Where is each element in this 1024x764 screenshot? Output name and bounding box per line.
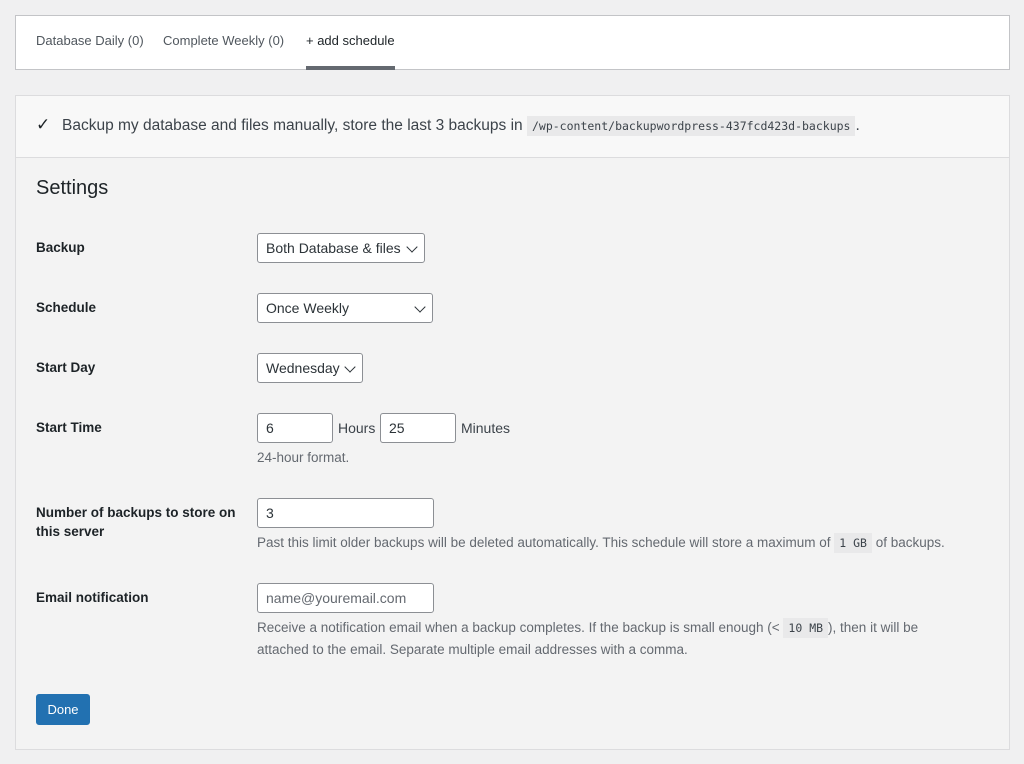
schedule-tabs: Database Daily (0) Complete Weekly (0) +… [15, 15, 1010, 70]
email-notification-label: Email notification [36, 590, 149, 605]
max-backups-help-before: Past this limit older backups will be de… [257, 535, 835, 550]
checkmark-icon: ✓ [36, 115, 51, 134]
chevron-down-icon [338, 354, 362, 382]
tab-database-daily[interactable]: Database Daily (0) [36, 16, 144, 70]
tab-add-schedule[interactable]: + add schedule [306, 16, 395, 70]
email-field[interactable] [257, 583, 434, 613]
backup-label: Backup [36, 240, 85, 255]
summary-text: Backup my database and files manually, s… [62, 116, 860, 136]
max-storage-size: 1 GB [834, 533, 872, 553]
email-help-line-1: Receive a notification email when a back… [257, 617, 918, 639]
start-minutes-input[interactable] [380, 413, 456, 443]
chevron-down-icon [408, 294, 432, 322]
start-time-label: Start Time [36, 420, 102, 435]
start-day-label: Start Day [36, 360, 96, 375]
hours-unit-label: Hours [338, 420, 376, 436]
max-backups-label: Number of backups to store on this serve… [36, 505, 236, 539]
backup-type-select[interactable]: Both Database & files [257, 233, 425, 263]
email-help: Receive a notification email when a back… [257, 617, 918, 660]
minutes-unit-label: Minutes [461, 420, 511, 436]
start-hours-input[interactable] [257, 413, 333, 443]
summary-text-after: . [855, 117, 860, 134]
start-day-value: Wednesday [266, 360, 340, 376]
schedule-value: Once Weekly [266, 300, 349, 316]
backup-path: /wp-content/backupwordpress-437fcd423d-b… [526, 116, 856, 136]
schedule-settings-panel: ✓ Backup my database and files manually,… [15, 95, 1010, 750]
chevron-down-icon [400, 234, 424, 262]
email-size-limit: 10 MB [783, 618, 829, 638]
tab-complete-weekly[interactable]: Complete Weekly (0) [163, 16, 284, 70]
start-day-select[interactable]: Wednesday [257, 353, 363, 383]
schedule-select[interactable]: Once Weekly [257, 293, 433, 323]
email-help-line-1-before: Receive a notification email when a back… [257, 620, 784, 635]
schedule-summary: ✓ Backup my database and files manually,… [16, 96, 1009, 158]
schedule-label: Schedule [36, 300, 97, 315]
settings-title: Settings [36, 177, 109, 199]
email-help-line-2: attached to the email. Separate multiple… [257, 642, 688, 657]
summary-text-before: Backup my database and files manually, s… [62, 117, 527, 134]
done-button[interactable]: Done [36, 694, 90, 725]
email-help-line-1-after: ), then it will be [828, 620, 919, 635]
time-format-help: 24-hour format. [257, 450, 350, 465]
backup-type-value: Both Database & files [266, 240, 401, 256]
max-backups-input[interactable] [257, 498, 434, 528]
max-backups-help-after: of backups. [871, 535, 945, 550]
max-backups-help: Past this limit older backups will be de… [257, 532, 945, 554]
